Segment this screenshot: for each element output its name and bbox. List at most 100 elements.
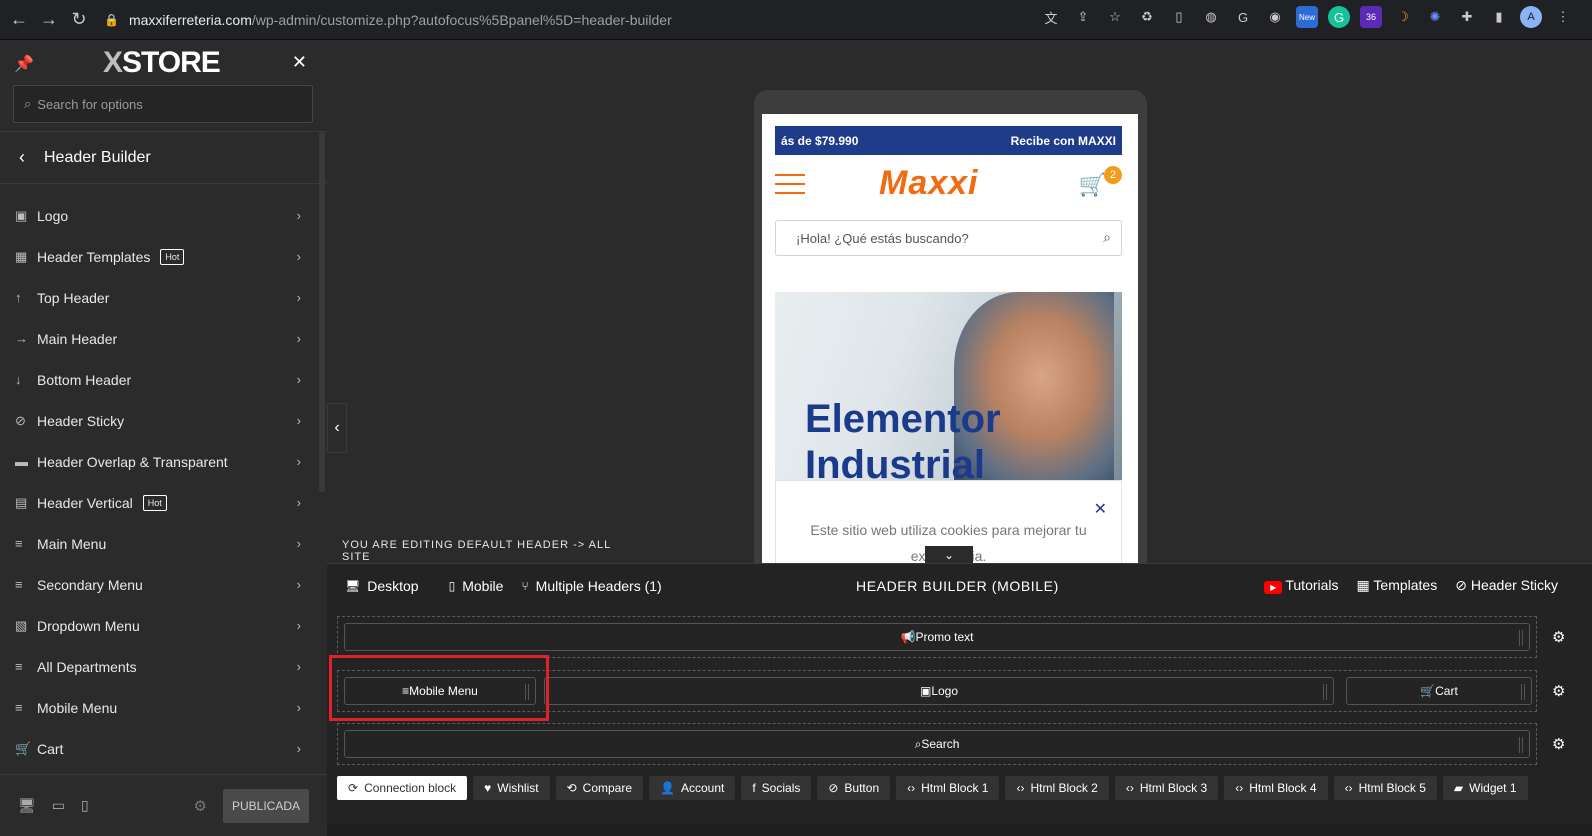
search-block[interactable]: ⌕ Search <box>344 730 1530 758</box>
chevron-right-icon: › <box>296 454 301 469</box>
chip-widget-1[interactable]: ▰ Widget 1 <box>1442 776 1528 800</box>
puzzle-icon[interactable]: ✚ <box>1456 6 1478 28</box>
mobile-screen: ás de $79.990 Recibe con MAXXI Maxxi 🛒 2… <box>762 114 1138 564</box>
builder-scrollbar[interactable] <box>327 824 1592 836</box>
search-icon: ⌕ <box>24 96 32 111</box>
chip-html-block-1[interactable]: ‹› Html Block 1 <box>896 776 1000 800</box>
chevron-right-icon: › <box>296 700 301 715</box>
sidebar-item-mobile-menu[interactable]: ≡ Mobile Menu › <box>0 687 327 728</box>
chip-html-block-5[interactable]: ‹› Html Block 5 <box>1333 776 1437 800</box>
sidebar-item-header-vertical[interactable]: ▤ Header Vertical Hot › <box>0 482 327 523</box>
site-logo[interactable]: Maxxi <box>879 164 979 203</box>
mobile-logo-row: Maxxi 🛒 2 <box>775 164 1122 206</box>
recycle-icon[interactable]: ♻ <box>1136 6 1158 28</box>
code-icon: ‹› <box>1125 781 1134 795</box>
avatar[interactable]: A <box>1520 6 1542 28</box>
pin-icon[interactable]: 📌 <box>14 54 34 74</box>
header-sticky-link[interactable]: ⊘ Header Sticky <box>1455 577 1558 594</box>
chip-account[interactable]: 👤 Account <box>649 776 736 800</box>
row-top-gear-icon[interactable]: ⚙ <box>1552 628 1570 646</box>
sidebar-item-all-departments[interactable]: ≡ All Departments › <box>0 646 327 687</box>
drag-handle-icon[interactable] <box>1521 684 1525 700</box>
tab-desktop[interactable]: 🖥 Desktop <box>345 578 419 594</box>
row-bottom-gear-icon[interactable]: ⚙ <box>1552 735 1570 753</box>
chip-compare[interactable]: ⟲ Compare <box>555 776 644 800</box>
chip-socials[interactable]: f Socials <box>741 776 812 800</box>
sidebar-item-secondary-menu[interactable]: ≡ Secondary Menu › <box>0 564 327 605</box>
back-arrow-icon[interactable]: ‹ <box>0 147 44 168</box>
sidepanel-icon[interactable]: ▮ <box>1488 6 1510 28</box>
news-ext-icon[interactable]: New <box>1296 6 1318 28</box>
desktop-preview-icon[interactable]: 🖥 <box>18 797 36 814</box>
tablet-preview-icon[interactable]: ▭ <box>52 797 65 814</box>
swirl-icon[interactable]: ✺ <box>1424 6 1446 28</box>
search-icon: ⌕ <box>914 736 922 751</box>
search-box[interactable]: ⌕ <box>13 85 313 123</box>
tab-mobile[interactable]: ▯ Mobile <box>449 578 504 594</box>
translate-icon[interactable]: 文 <box>1040 6 1062 28</box>
promo-text-block[interactable]: 📢 Promo text <box>344 623 1530 651</box>
chip-html-block-3[interactable]: ‹› Html Block 3 <box>1114 776 1219 800</box>
drag-handle-icon[interactable] <box>1323 684 1327 700</box>
drag-handle-icon[interactable] <box>1519 737 1523 753</box>
chip-html-block-4[interactable]: ‹› Html Block 4 <box>1224 776 1328 800</box>
templates-link[interactable]: ▦ Templates <box>1357 577 1438 594</box>
hot-badge: Hot <box>142 494 167 511</box>
cart-block[interactable]: 🛒 Cart <box>1346 677 1532 705</box>
sidebar-item-header-overlap[interactable]: ▬ Header Overlap & Transparent › <box>0 441 327 482</box>
translate-ext-icon[interactable]: G <box>1232 6 1254 28</box>
chip-button[interactable]: ⊘ Button <box>817 776 891 800</box>
button-icon: ⊘ <box>828 781 839 795</box>
sidebar-item-main-header[interactable]: → Main Header › <box>0 318 327 359</box>
chevron-down-icon[interactable]: ⌄ <box>925 546 973 564</box>
mobile-search-input[interactable]: ¡Hola! ¿Qué estás buscando? ⌕ <box>775 220 1122 256</box>
moon-icon[interactable]: ☽ <box>1392 6 1414 28</box>
cart-icon[interactable]: 🛒 <box>1079 172 1106 198</box>
tutorials-link[interactable]: ▶ Tutorials <box>1264 577 1339 594</box>
chip-html-block-2[interactable]: ‹› Html Block 2 <box>1005 776 1109 800</box>
counter-ext-icon[interactable]: 36 <box>1360 6 1382 28</box>
code-icon: ‹› <box>907 781 916 795</box>
sidebar-item-top-header[interactable]: ↑ Top Header › <box>0 277 327 318</box>
clip-icon: ⊘ <box>15 412 26 428</box>
gear-icon[interactable]: ⚙ <box>194 797 207 815</box>
publish-button[interactable]: PUBLICADA <box>223 788 309 823</box>
builder-toolbar: 🖥 Desktop ▯ Mobile ⑂ Multiple Headers (1) H… <box>327 564 1592 608</box>
close-icon[interactable]: ✕ <box>1094 499 1107 519</box>
search-icon[interactable]: ⌕ <box>1103 229 1111 246</box>
more-icon[interactable]: ⋮ <box>1552 6 1574 28</box>
collapse-sidebar-icon[interactable]: ‹ <box>327 403 347 453</box>
share-icon[interactable]: ⇪ <box>1072 6 1094 28</box>
reload-icon[interactable]: ↻ <box>64 5 94 35</box>
row-main-gear-icon[interactable]: ⚙ <box>1552 682 1570 700</box>
sidebar-item-header-sticky[interactable]: ⊘ Header Sticky › <box>0 400 327 441</box>
address-bar[interactable]: 🔒 maxxiferreteria.com /wp-admin/customiz… <box>104 5 1004 35</box>
grammarly-icon[interactable]: G <box>1328 6 1350 28</box>
branch-icon: ⑂ <box>521 579 529 593</box>
star-icon[interactable]: ☆ <box>1104 6 1126 28</box>
sidebar-item-bottom-header[interactable]: ↓ Bottom Header › <box>0 359 327 400</box>
back-icon[interactable]: ← <box>4 5 34 35</box>
globe-icon[interactable]: ◍ <box>1200 6 1222 28</box>
sidebar-item-dropdown-menu[interactable]: ▧ Dropdown Menu › <box>0 605 327 646</box>
chip-wishlist[interactable]: ♥ Wishlist <box>473 776 550 800</box>
drag-handle-icon[interactable] <box>1519 630 1523 646</box>
forward-icon[interactable]: → <box>34 5 64 35</box>
document-ext-icon[interactable]: ▯ <box>1168 6 1190 28</box>
camera-icon[interactable]: ◉ <box>1264 6 1286 28</box>
mobile-preview-icon[interactable]: ▯ <box>81 797 89 814</box>
tab-multiple-headers[interactable]: ⑂ Multiple Headers (1) <box>521 578 661 594</box>
extensions-bar: 文 ⇪ ☆ ♻ ▯ ◍ G ◉ New G 36 ☽ ✺ ✚ ▮ A ⋮ <box>1040 6 1574 28</box>
chevron-right-icon: › <box>296 413 301 428</box>
logo-block[interactable]: ▣ Logo <box>544 677 1334 705</box>
sidebar-item-header-templates[interactable]: ▦ Header Templates Hot › <box>0 236 327 277</box>
hamburger-icon[interactable] <box>775 174 805 194</box>
sidebar-item-main-menu[interactable]: ≡ Main Menu › <box>0 523 327 564</box>
chevron-right-icon: › <box>296 331 301 346</box>
sidebar-item-logo[interactable]: ▣ Logo › <box>0 195 327 236</box>
chip-connection-block[interactable]: ⟳ Connection block <box>337 776 468 800</box>
sidebar-item-cart[interactable]: 🛒 Cart › <box>0 728 327 769</box>
sidebar-scrollbar[interactable] <box>319 132 325 492</box>
close-icon[interactable]: ✕ <box>292 52 307 73</box>
search-input[interactable] <box>37 96 288 112</box>
